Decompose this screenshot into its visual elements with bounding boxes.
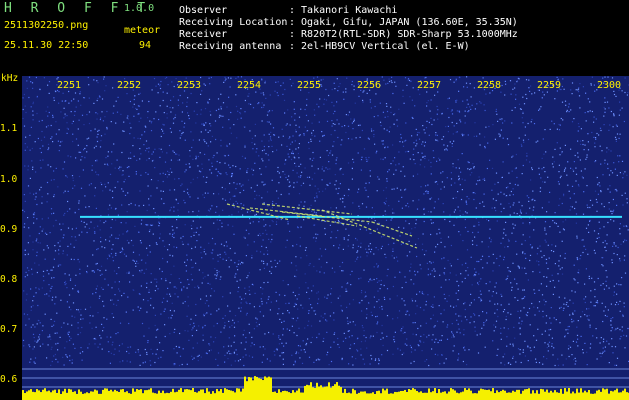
y-axis: 1.1 1.0 0.9 0.8 0.7 0.6: [0, 76, 22, 400]
x-tick-label: 2259: [537, 80, 562, 91]
observer-value: : Takanori Kawachi: [289, 5, 398, 16]
meteor-count-label: meteor: [124, 25, 161, 36]
antenna-value: : 2el-HB9CV Vertical (el. E-W): [289, 41, 470, 52]
x-tick-label: 2255: [297, 80, 322, 91]
header-panel: H R O F F T 1.0.0 2511302250.png 25.11.3…: [0, 0, 629, 76]
y-tick-label: 0.6: [0, 374, 18, 385]
observer-label: Observer: [179, 5, 228, 16]
app-version: 1.0.0: [124, 3, 155, 14]
x-tick-label: 2300: [597, 80, 622, 91]
x-tick-label: 2254: [237, 80, 262, 91]
spectrogram-plot: [22, 76, 629, 400]
x-tick-label: 2257: [417, 80, 442, 91]
meteor-count-value: 94: [139, 40, 152, 51]
location-label: Receiving Location: [179, 17, 288, 28]
y-tick-label: 0.8: [0, 274, 18, 285]
receiver-value: : R820T2(RTL-SDR) SDR-Sharp 53.1000MHz: [289, 29, 518, 40]
y-tick-label: 0.9: [0, 224, 18, 235]
y-tick-label: 1.1: [0, 123, 18, 134]
y-tick-label: 0.7: [0, 324, 18, 335]
x-tick-label: 2252: [117, 80, 142, 91]
location-value: : Ogaki, Gifu, JAPAN (136.60E, 35.35N): [289, 17, 518, 28]
antenna-label: Receiving antenna: [179, 41, 282, 52]
observation-datetime: 25.11.30 22:50: [4, 40, 89, 51]
x-tick-label: 2256: [357, 80, 382, 91]
y-tick-label: 1.0: [0, 174, 18, 185]
receiver-label: Receiver: [179, 29, 228, 40]
spectrogram-background: [22, 76, 629, 400]
x-tick-label: 2258: [477, 80, 502, 91]
y-unit-label: kHz: [1, 73, 19, 84]
spectrogram-svg: [22, 76, 629, 400]
x-tick-label: 2251: [57, 80, 82, 91]
x-tick-label: 2253: [177, 80, 202, 91]
image-filename: 2511302250.png: [4, 20, 89, 31]
